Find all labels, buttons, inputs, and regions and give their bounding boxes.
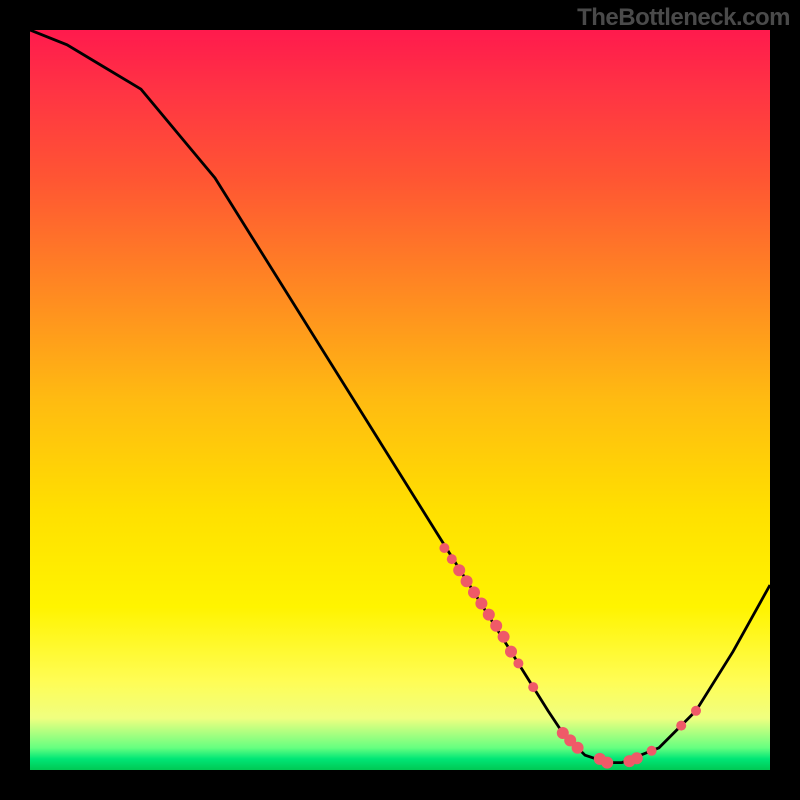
data-marker — [691, 706, 701, 716]
data-marker — [447, 554, 457, 564]
data-marker — [483, 609, 495, 621]
data-marker — [475, 598, 487, 610]
data-marker — [647, 746, 657, 756]
data-markers — [439, 543, 701, 769]
data-marker — [572, 742, 584, 754]
chart-frame: TheBottleneck.com — [0, 0, 800, 800]
data-marker — [631, 752, 643, 764]
chart-svg — [30, 30, 770, 770]
data-marker — [528, 682, 538, 692]
data-marker — [461, 575, 473, 587]
data-marker — [513, 658, 523, 668]
data-marker — [468, 586, 480, 598]
data-marker — [439, 543, 449, 553]
data-marker — [676, 721, 686, 731]
data-marker — [498, 631, 510, 643]
data-marker — [505, 646, 517, 658]
data-marker — [601, 757, 613, 769]
watermark-text: TheBottleneck.com — [577, 4, 790, 32]
bottleneck-curve — [30, 30, 770, 763]
data-marker — [490, 620, 502, 632]
data-marker — [453, 564, 465, 576]
